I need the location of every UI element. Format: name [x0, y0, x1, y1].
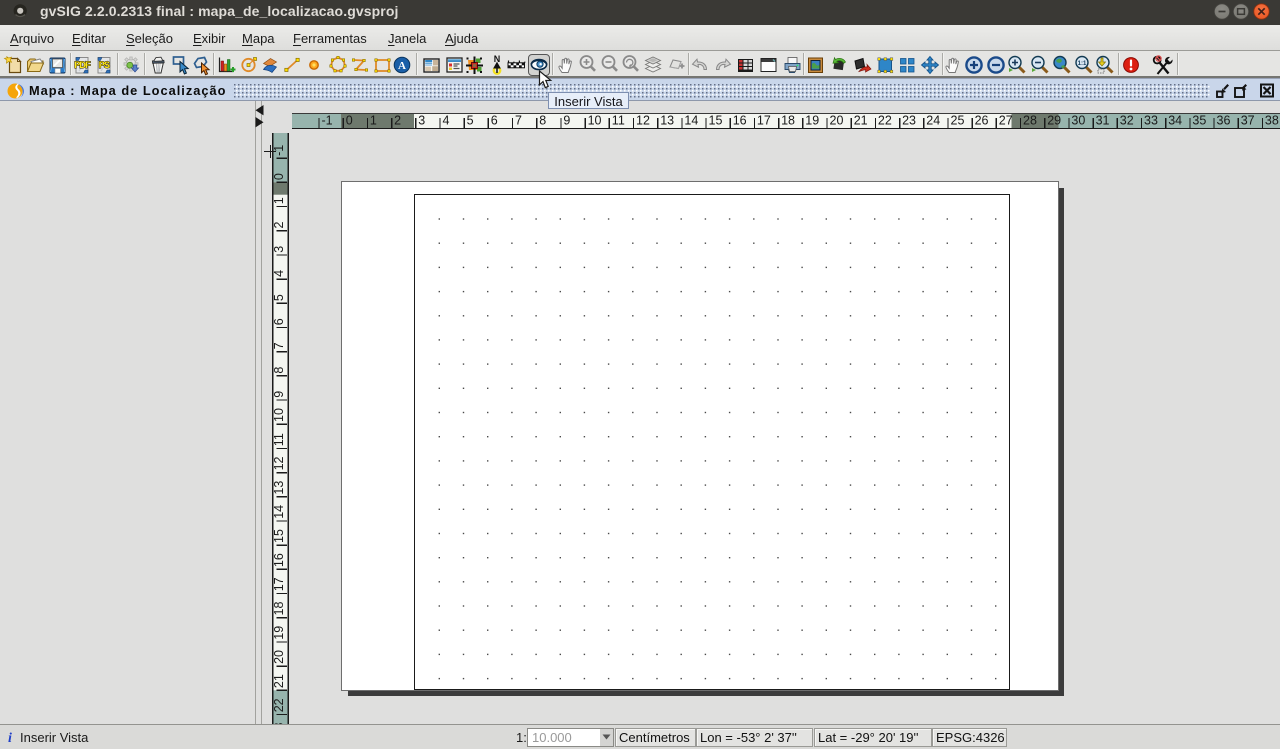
svg-text:23: 23 [902, 114, 916, 128]
svg-text:4: 4 [443, 114, 450, 128]
svg-text:35: 35 [1192, 114, 1206, 128]
svg-text:8: 8 [539, 114, 546, 128]
svg-text:3: 3 [272, 246, 286, 253]
svg-text:17: 17 [272, 577, 286, 591]
svg-text:21: 21 [854, 114, 868, 128]
svg-text:28: 28 [1023, 114, 1037, 128]
svg-text:15: 15 [709, 114, 723, 128]
svg-text:0: 0 [346, 114, 353, 128]
svg-text:11: 11 [612, 114, 625, 128]
svg-text:1: 1 [272, 197, 286, 204]
svg-text:13: 13 [272, 481, 286, 495]
svg-text:16: 16 [272, 553, 286, 567]
svg-text:PS: PS [99, 60, 110, 70]
svg-text:A: A [398, 60, 406, 72]
svg-text:24: 24 [926, 114, 940, 128]
svg-text:21: 21 [272, 674, 286, 688]
svg-text:0: 0 [272, 173, 286, 180]
svg-text:22: 22 [878, 114, 892, 128]
svg-text:7: 7 [515, 114, 522, 128]
svg-text:31: 31 [1096, 114, 1110, 128]
svg-text:7: 7 [272, 342, 286, 349]
svg-text:3: 3 [418, 114, 425, 128]
svg-text:32: 32 [1120, 114, 1134, 128]
svg-text:2: 2 [394, 114, 401, 128]
svg-text:38: 38 [1265, 114, 1279, 128]
svg-text:19: 19 [805, 114, 819, 128]
svg-text:9: 9 [272, 391, 286, 398]
svg-text:20: 20 [272, 650, 286, 664]
svg-text:18: 18 [781, 114, 795, 128]
svg-text:2: 2 [272, 222, 286, 229]
svg-text:25: 25 [951, 114, 965, 128]
svg-text:1:1: 1:1 [1078, 61, 1087, 67]
svg-text:12: 12 [272, 456, 286, 470]
svg-text:19: 19 [272, 626, 286, 640]
svg-text:9: 9 [563, 114, 570, 128]
svg-text:17: 17 [757, 114, 771, 128]
svg-text:10: 10 [272, 408, 286, 422]
svg-text:13: 13 [660, 114, 674, 128]
svg-text:34: 34 [1168, 114, 1182, 128]
svg-text:10: 10 [588, 114, 602, 128]
svg-text:15: 15 [272, 529, 286, 543]
svg-text:16: 16 [733, 114, 747, 128]
svg-text:6: 6 [272, 318, 286, 325]
svg-text:36: 36 [1217, 114, 1231, 128]
svg-text:14: 14 [684, 114, 698, 128]
svg-text:29: 29 [1047, 114, 1061, 128]
svg-text:4: 4 [272, 270, 286, 277]
svg-text:14: 14 [272, 505, 286, 519]
svg-text:22: 22 [272, 698, 286, 712]
svg-text:26: 26 [975, 114, 989, 128]
svg-text:33: 33 [1144, 114, 1158, 128]
svg-text:27: 27 [999, 114, 1013, 128]
svg-text:5: 5 [467, 114, 474, 128]
svg-text:20: 20 [830, 114, 844, 128]
svg-text:6: 6 [491, 114, 498, 128]
svg-text:37: 37 [1241, 114, 1255, 128]
svg-text:PDF: PDF [74, 60, 91, 70]
svg-text:8: 8 [272, 367, 286, 374]
svg-text:18: 18 [272, 602, 286, 616]
svg-text:11: 11 [272, 433, 286, 446]
svg-text:5: 5 [272, 294, 286, 301]
svg-text:1: 1 [370, 114, 377, 128]
svg-text:-1: -1 [322, 114, 333, 128]
svg-text:i: i [8, 731, 12, 744]
svg-text:30: 30 [1071, 114, 1085, 128]
svg-text:12: 12 [636, 114, 650, 128]
